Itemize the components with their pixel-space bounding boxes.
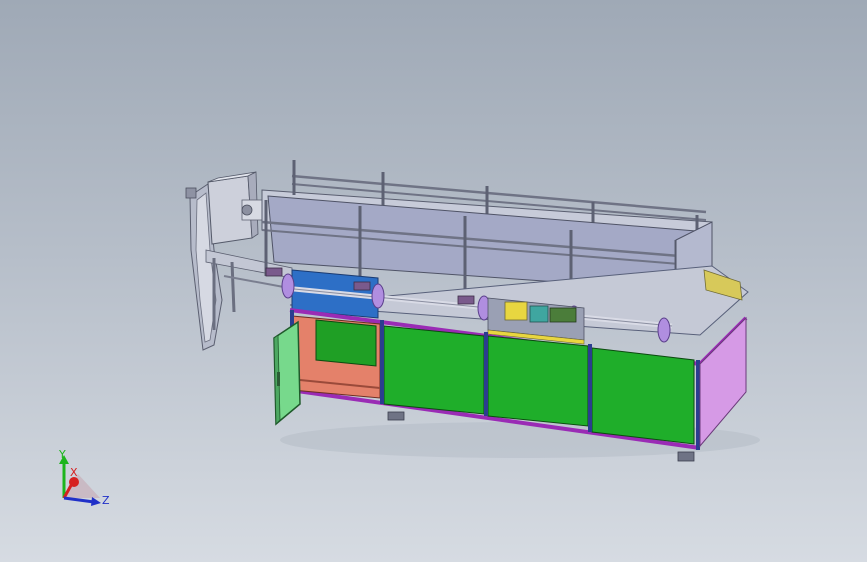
cad-graphics-viewport[interactable]: Y X Z xyxy=(0,0,867,562)
machine-3d-model[interactable] xyxy=(0,0,867,562)
x-axis-label: X xyxy=(70,466,78,479)
z-axis-arrowhead xyxy=(91,497,101,506)
orientation-triad[interactable]: Y X Z xyxy=(48,446,118,512)
z-axis-arrow xyxy=(63,496,95,504)
z-axis-label: Z xyxy=(102,494,110,507)
y-axis-label: Y xyxy=(58,448,66,461)
cabinet-door[interactable] xyxy=(273,320,301,426)
